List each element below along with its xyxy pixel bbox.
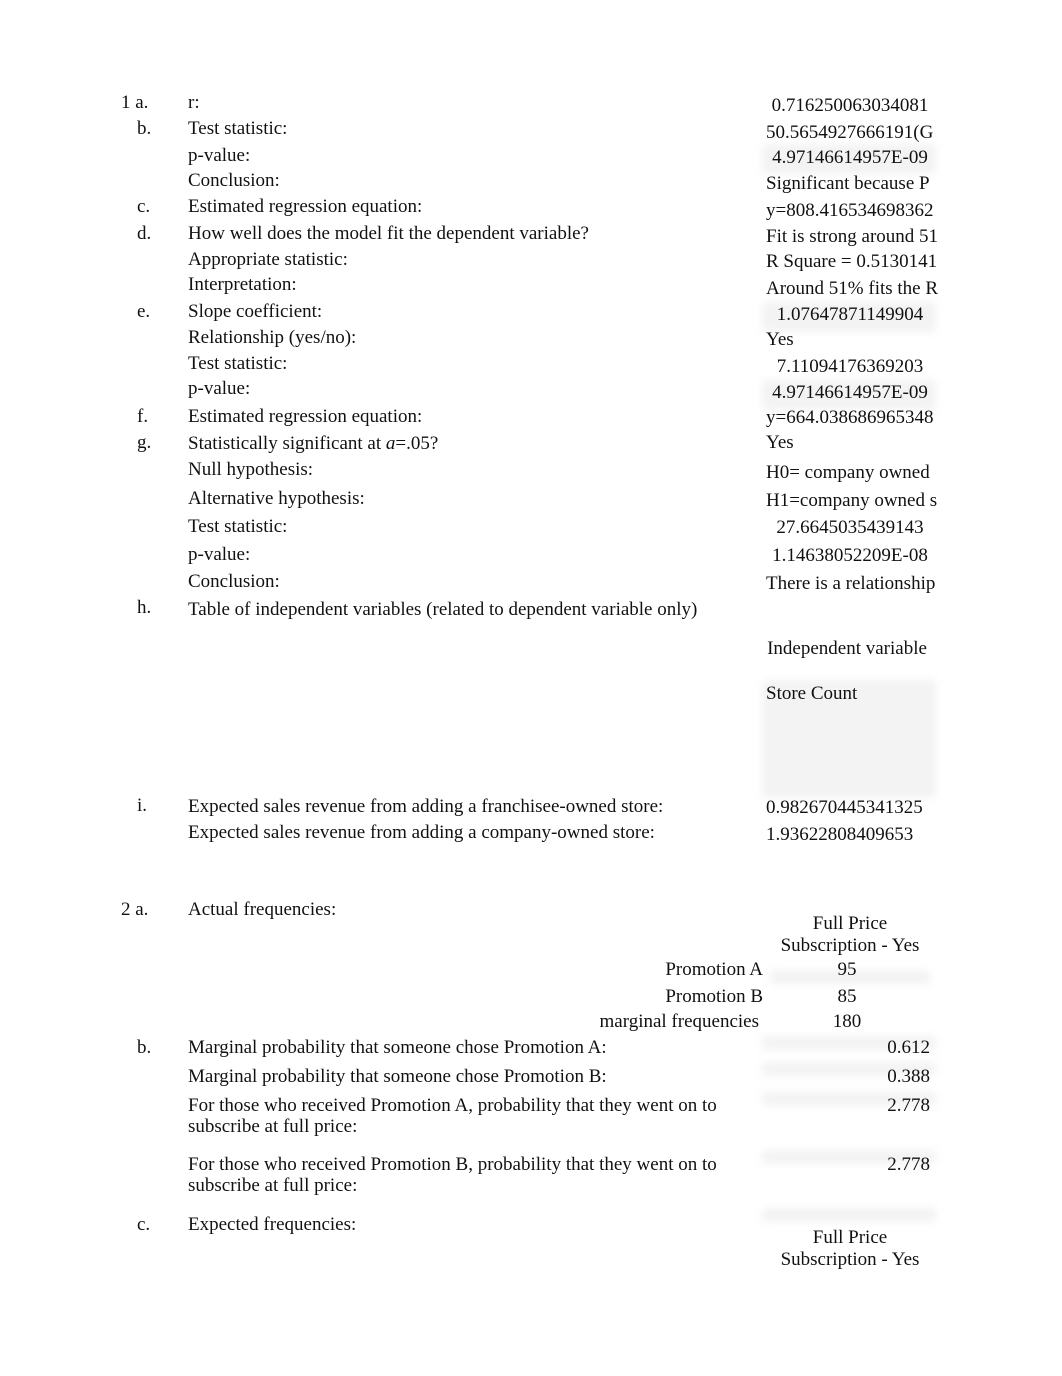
q2b-conditional-a-value[interactable]: 2.778 [766, 1095, 930, 1117]
q1g-significance-label: Statistically significant at a=.05? [188, 433, 439, 454]
q2c-column-header: Full Price Subscription - Yes [780, 1227, 920, 1270]
q1d-fit-value[interactable]: Fit is strong around 51 [766, 226, 938, 248]
q1a-label: r: [188, 92, 200, 113]
q1b-p-value-value[interactable]: 4.97146614957E-09 [766, 147, 934, 169]
q1e-slope-label: Slope coefficient: [188, 301, 323, 322]
question-1-number: 1 a. [121, 92, 149, 113]
q2b-marginal-b-value[interactable]: 0.388 [766, 1066, 930, 1088]
q2b-marginal-b-label: Marginal probability that someone chose … [188, 1066, 607, 1087]
marginal-frequencies-total[interactable]: 180 [762, 1011, 932, 1033]
q1g-test-statistic-value[interactable]: 27.6645035439143 [766, 517, 934, 539]
marginal-frequencies-row-label: marginal frequencies [599, 1011, 760, 1032]
q1d-interpretation-label: Interpretation: [188, 274, 297, 295]
q1c-regression-value[interactable]: y=808.416534698362 [766, 200, 933, 222]
q1d-fit-label: How well does the model fit the dependen… [188, 223, 589, 244]
q1g-significance-value[interactable]: Yes [766, 432, 794, 454]
q2b-conditional-a-label: For those who received Promotion A, prob… [188, 1095, 717, 1137]
q1d-letter: d. [137, 223, 152, 244]
q2c-letter: c. [137, 1214, 151, 1235]
q1b-test-statistic-value[interactable]: 50.5654927666191(G [766, 122, 933, 144]
alpha-symbol: a [385, 433, 396, 454]
q1g-alternative-label: Alternative hypothesis: [188, 488, 365, 509]
q1b-p-value-label: p-value: [188, 145, 251, 166]
q1b-letter: b. [137, 118, 152, 139]
q1b-conclusion-label: Conclusion: [188, 170, 280, 191]
q1g-test-statistic-label: Test statistic: [188, 516, 288, 537]
q1f-letter: f. [137, 406, 149, 427]
q2a-label: Actual frequencies: [188, 899, 337, 920]
q1g-letter: g. [137, 432, 152, 453]
answer-cell-shade [762, 1208, 936, 1222]
q1i-company-value[interactable]: 1.93622808409653 [766, 824, 913, 846]
q1e-relationship-value[interactable]: Yes [766, 329, 794, 351]
q1e-test-statistic-label: Test statistic: [188, 353, 288, 374]
q1g-alternative-value[interactable]: H1=company owned s [766, 490, 937, 512]
q1e-p-value-value[interactable]: 4.97146614957E-09 [766, 382, 934, 404]
q1h-table-label: Table of independent variables (related … [188, 599, 698, 620]
q1i-franchisee-label: Expected sales revenue from adding a fra… [188, 796, 664, 817]
q2b-marginal-a-label: Marginal probability that someone chose … [188, 1037, 607, 1058]
q1i-company-label: Expected sales revenue from adding a com… [188, 822, 655, 843]
q1i-franchisee-value[interactable]: 0.982670445341325 [766, 797, 923, 819]
q1i-letter: i. [137, 795, 148, 816]
q1c-letter: c. [137, 196, 151, 217]
q1a-value[interactable]: 0.716250063034081 [766, 95, 934, 117]
q1g-null-label: Null hypothesis: [188, 459, 314, 480]
q1d-statistic-label: Appropriate statistic: [188, 249, 348, 270]
q1g-conclusion-label: Conclusion: [188, 571, 280, 592]
promotion-b-row-label: Promotion B [665, 986, 763, 1007]
q1d-interpretation-value[interactable]: Around 51% fits the R [766, 278, 938, 300]
q2c-label: Expected frequencies: [188, 1214, 357, 1235]
promotion-a-row-label: Promotion A [665, 959, 763, 980]
promotion-a-frequency[interactable]: 95 [762, 959, 932, 981]
q1e-p-value-label: p-value: [188, 378, 251, 399]
q1f-regression-value[interactable]: y=664.038686965348 [766, 407, 933, 429]
q1f-regression-label: Estimated regression equation: [188, 406, 423, 427]
q1g-p-value-label: p-value: [188, 544, 251, 565]
independent-variable-row[interactable]: Store Count [766, 683, 857, 705]
q1b-conclusion-value[interactable]: Significant because P [766, 173, 930, 195]
q1g-conclusion-value[interactable]: There is a relationship [766, 573, 935, 595]
q1d-statistic-value[interactable]: R Square = 0.5130141 [766, 251, 937, 273]
q1e-relationship-label: Relationship (yes/no): [188, 327, 357, 348]
q2b-conditional-b-value[interactable]: 2.778 [766, 1154, 930, 1176]
question-2-number: 2 a. [121, 899, 149, 920]
q2b-letter: b. [137, 1037, 152, 1058]
q2b-marginal-a-value[interactable]: 0.612 [766, 1037, 930, 1059]
q1b-test-statistic-label: Test statistic: [188, 118, 288, 139]
q1g-null-value[interactable]: H0= company owned [766, 462, 930, 484]
q2a-column-header: Full Price Subscription - Yes [780, 913, 920, 956]
q1c-regression-label: Estimated regression equation: [188, 196, 423, 217]
q1e-letter: e. [137, 301, 151, 322]
independent-variable-header: Independent variable [767, 638, 927, 659]
q1g-p-value-value[interactable]: 1.14638052209E-08 [766, 545, 934, 567]
q2b-conditional-b-label: For those who received Promotion B, prob… [188, 1154, 717, 1196]
q1e-slope-value[interactable]: 1.07647871149904 [766, 304, 934, 326]
promotion-b-frequency[interactable]: 85 [762, 986, 932, 1008]
q1e-test-statistic-value[interactable]: 7.11094176369203 [766, 356, 934, 378]
q1h-letter: h. [137, 597, 152, 618]
